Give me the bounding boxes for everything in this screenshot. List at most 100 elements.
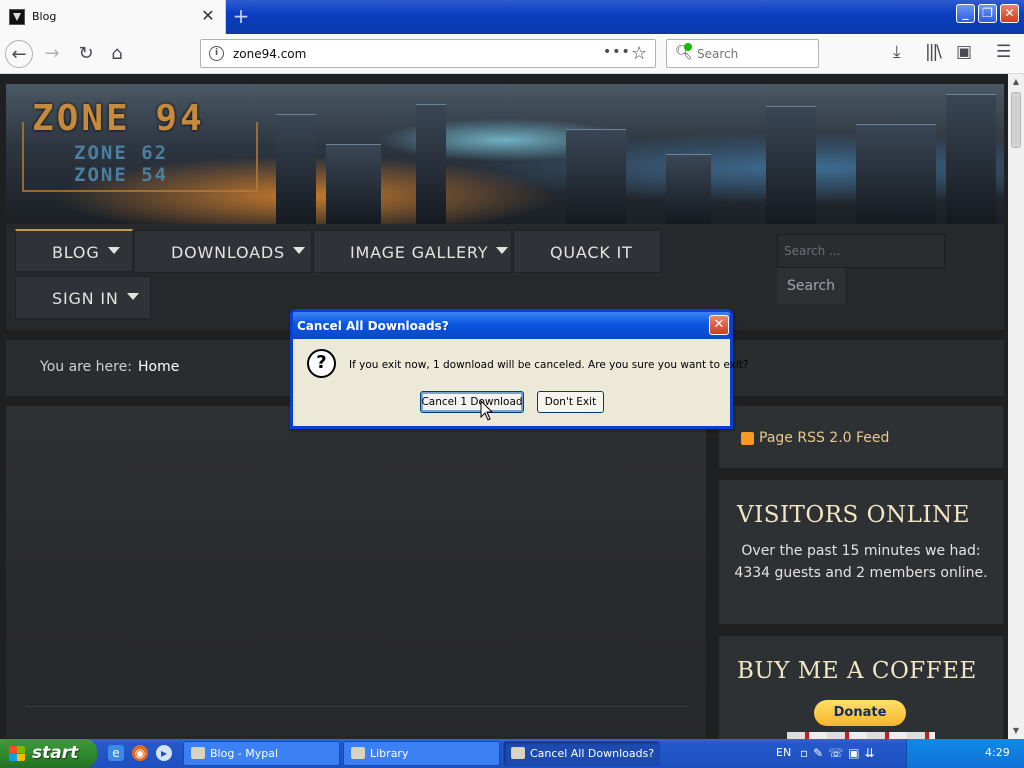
browser-tab-bar: Blog ✕ + _ ❐ ✕ [0,0,1024,34]
banner-building [416,104,446,224]
scroll-down-icon[interactable]: ▼ [1010,725,1022,737]
nav-label: QUACK IT [550,243,633,262]
url-text[interactable]: zone94.com [233,47,306,61]
cancel-downloads-dialog: Cancel All Downloads? ✕ ? If you exit no… [290,309,749,429]
visitors-module: VISITORS ONLINE Over the past 15 minutes… [719,480,1003,624]
browser-toolbar: ← → ↻ ⌂ i zone94.com ••• ☆ 🔍︎ Search ⤓ |… [0,34,1024,74]
breadcrumb-label: You are here: [40,359,132,375]
nav-label: DOWNLOADS [171,243,285,262]
browser-search-input[interactable]: 🔍︎ Search [666,39,819,68]
search-placeholder: Search [697,47,739,61]
close-icon: ✕ [1004,6,1015,20]
taskbar-item-dialog[interactable]: Cancel All Downloads? [503,741,660,766]
tray-icons[interactable]: ▫✎☏▣⇊ [800,746,880,760]
close-tab-icon[interactable]: ✕ [200,7,216,25]
banner-building [856,124,936,224]
site-search-input[interactable]: Search ... [777,234,945,268]
scroll-up-icon[interactable]: ▲ [1010,76,1022,88]
dont-exit-button[interactable]: Don't Exit [537,391,604,413]
internet-explorer-icon[interactable]: e [108,745,124,761]
bookmark-star-icon[interactable]: ☆ [631,43,647,64]
dialog-message: If you exit now, 1 download will be canc… [349,359,749,371]
coffee-title: BUY ME A COFFEE [737,658,977,684]
rss-module: Page RSS 2.0 Feed [719,406,1003,468]
restore-icon: ❐ [982,6,993,20]
logo-subtitle: ZONE 54 [74,164,169,186]
payment-cards-icon [787,732,935,739]
browser-quicklaunch-icon[interactable]: ◉ [132,745,148,761]
clock[interactable]: 4:29 [985,746,1010,759]
forward-button[interactable]: → [38,40,66,68]
taskbar-item-library[interactable]: Library [343,741,500,766]
banner-building [566,129,626,224]
visitors-text: Over the past 15 minutes we had: 4334 gu… [734,543,988,581]
chevron-down-icon [496,247,509,254]
site-search-button[interactable]: Search [777,268,845,304]
reload-button[interactable]: ↻ [72,40,100,68]
nav-item-blog[interactable]: BLOG [15,229,133,272]
divider [26,706,688,707]
site-banner: ZONE 94 ZONE 62 ZONE 54 [6,84,1004,224]
question-icon: ? [307,349,336,378]
windows-logo-icon [9,746,25,761]
donate-button[interactable]: Donate [814,700,906,726]
banner-building [276,114,316,224]
coffee-module: BUY ME A COFFEE Donate [719,636,1003,739]
minimize-icon: _ [962,6,969,20]
media-player-icon[interactable]: ▸ [156,745,172,761]
rss-link[interactable]: Page RSS 2.0 Feed [759,430,889,446]
language-indicator[interactable]: EN [776,746,791,759]
close-window-button[interactable]: ✕ [1000,4,1019,23]
nav-item-downloads[interactable]: DOWNLOADS [134,230,312,273]
task-label: Cancel All Downloads? [530,747,655,760]
nav-item-image-gallery[interactable]: IMAGE GALLERY [313,230,512,273]
library-icon[interactable]: |||\ [925,42,942,62]
nav-label: BLOG [52,243,100,262]
home-button[interactable]: ⌂ [103,40,131,68]
browser-tab[interactable]: Blog ✕ [0,0,226,34]
page-scrollbar[interactable]: ▲ ▼ [1008,74,1024,739]
site-favicon-icon [9,9,25,25]
chevron-down-icon [292,247,305,254]
banner-building [666,154,711,224]
banner-building [766,106,816,224]
dialog-titlebar[interactable]: Cancel All Downloads? ✕ [293,312,730,339]
new-tab-button[interactable]: + [230,4,252,28]
site-logo[interactable]: ZONE 94 ZONE 62 ZONE 54 [18,98,258,194]
dialog-close-button[interactable]: ✕ [709,315,729,335]
nav-label: IMAGE GALLERY [350,243,489,262]
sidebar-icon[interactable]: ▣ [956,42,972,62]
taskbar-item-blog[interactable]: Blog - Mypal [183,741,340,766]
breadcrumb-home-link[interactable]: Home [138,359,179,375]
start-label: start [32,743,79,763]
task-label: Library [370,747,409,760]
hamburger-menu-icon[interactable]: ☰ [996,42,1011,62]
visitors-title: VISITORS ONLINE [737,502,970,528]
chevron-down-icon [107,247,120,254]
app-icon [511,747,525,759]
tab-title: Blog [32,10,57,23]
add-search-engine-icon [684,43,692,51]
downloads-icon[interactable]: ⤓ [893,42,901,62]
page-actions-button[interactable]: ••• [603,44,631,60]
banner-building [946,94,996,224]
banner-building [326,144,381,224]
site-info-icon[interactable]: i [209,46,224,61]
nav-item-sign-in[interactable]: SIGN IN [15,276,151,319]
nav-item-quack-it[interactable]: QUACK IT [513,230,661,273]
cancel-download-button[interactable]: Cancel 1 Download [420,391,524,413]
app-icon [351,747,365,759]
logo-subtitle: ZONE 62 [74,142,169,164]
start-button[interactable]: start [0,739,97,768]
main-content [6,406,706,739]
address-bar[interactable]: i zone94.com ••• ☆ [200,39,656,68]
dialog-title: Cancel All Downloads? [297,319,449,333]
restore-button[interactable]: ❐ [978,4,997,23]
windows-taskbar: start e ◉ ▸ Blog - Mypal Library Cancel … [0,739,1024,768]
scroll-thumb[interactable] [1011,92,1021,148]
minimize-button[interactable]: _ [956,4,975,23]
logo-title: ZONE 94 [32,98,205,139]
task-label: Blog - Mypal [210,747,279,760]
back-button[interactable]: ← [5,40,33,68]
rss-icon [741,432,754,445]
